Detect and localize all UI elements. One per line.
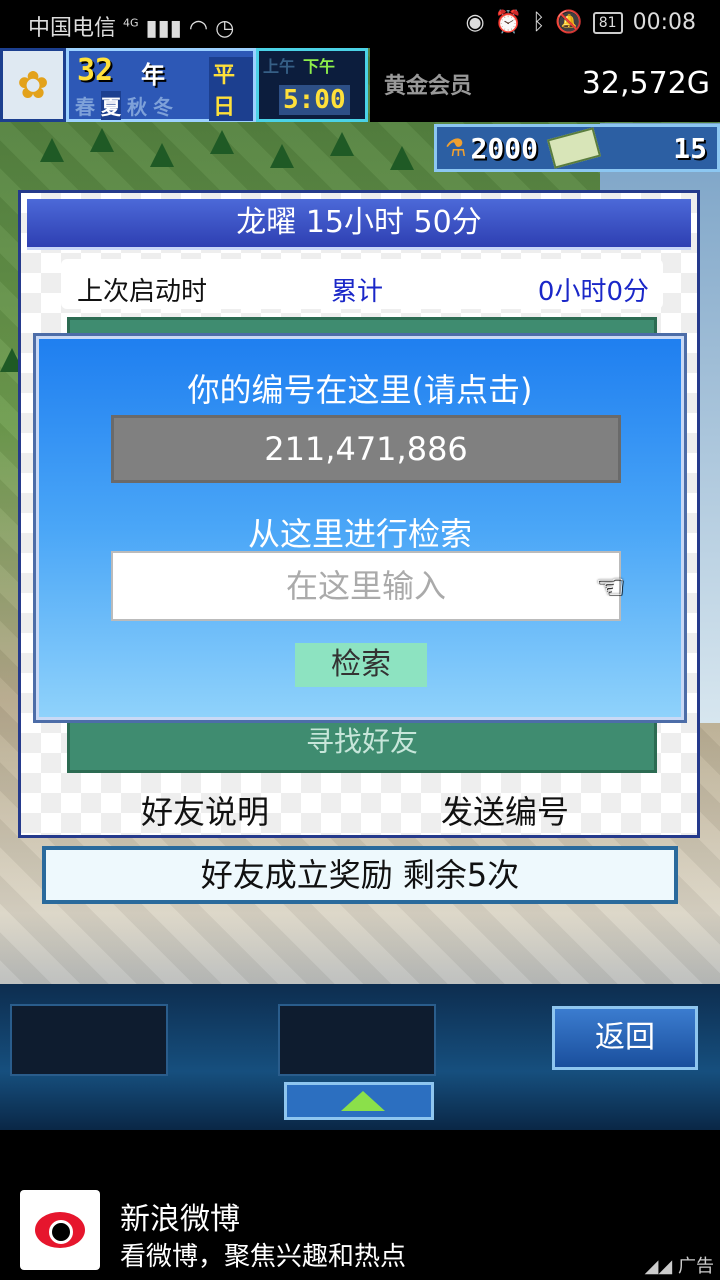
mute-icon: 🔕 [555, 10, 583, 35]
friend-reward-bar: 好友成立奖励 剩余5次 [42, 846, 678, 904]
season-winter: 冬 [153, 95, 173, 119]
ad-subtitle[interactable]: 看微博，聚焦兴趣和热点 [120, 1236, 406, 1273]
send-code-button[interactable]: 发送编号 [441, 787, 569, 833]
menu-slot-left[interactable] [10, 1004, 168, 1076]
ad-title[interactable]: 新浪微博 [120, 1194, 240, 1238]
dialog-title: 你的编号在这里(请点击) [187, 371, 533, 409]
am-label: 上午 [263, 57, 296, 76]
alarm-icon: ⏰ [494, 10, 523, 35]
friend-id-search-input[interactable] [111, 551, 621, 621]
year-unit: 年 [141, 61, 165, 89]
last-launch-label: 上次启动时 [77, 277, 208, 307]
menu-slot-center[interactable] [278, 1004, 436, 1076]
status-bar: 中国电信 4G ▮▮▮ ◠ ◷ ◉ ⏰ ᛒ 🔕 81 00:08 [0, 0, 720, 48]
search-button[interactable]: 检索 [295, 643, 427, 687]
eye-icon: ◉ [465, 10, 485, 35]
tree-sprite [390, 146, 414, 170]
bottom-toolbar: 返回 [0, 984, 720, 1130]
arrow-up-icon [341, 1091, 385, 1111]
my-id-number[interactable]: 211,471,886 [111, 415, 621, 483]
season-summer: 夏 [101, 91, 121, 120]
ticket-count: 15 [673, 131, 707, 165]
status-time: 00:08 [632, 10, 696, 35]
total-label: 累计 [331, 277, 384, 307]
tree-sprite [90, 128, 114, 152]
member-rank: 黄金会员 [384, 74, 473, 99]
total-value: 0小时0分 [537, 277, 649, 307]
battery-icon: 81 [592, 11, 623, 34]
launch-stats: 上次启动时 累计 0小时0分 [61, 259, 663, 309]
tree-sprite [150, 143, 174, 167]
network-type: 4G [123, 16, 139, 30]
back-button[interactable]: 返回 [552, 1006, 698, 1070]
game-clock: 5:00 [279, 85, 350, 115]
research-points: 2000 [470, 131, 538, 165]
money-panel: 黄金会员 32,572G [370, 48, 720, 122]
ad-tag: ◢◢ 广告 [644, 1256, 714, 1277]
date-panel: 32 年 平日 春 夏 秋 冬 [66, 48, 256, 122]
find-friend-button[interactable]: 寻找好友 [70, 720, 654, 760]
bluetooth-icon: ᛒ [532, 10, 546, 35]
weekday-label: 平日 [209, 57, 253, 121]
friend-id-dialog: 你的编号在这里(请点击) 211,471,886 从这里进行检索 ☜ 检索 [36, 336, 684, 720]
season-spring: 春 [75, 95, 95, 119]
pointing-hand-icon: ☜ [595, 567, 626, 607]
money-amount: 32,572G [581, 66, 710, 101]
year-number: 32 [77, 53, 114, 88]
time-panel: 上午 下午 5:00 [256, 48, 368, 122]
search-label: 从这里进行检索 [247, 515, 472, 553]
status-right: ◉ ⏰ ᛒ 🔕 81 00:08 [466, 10, 696, 35]
season-list: 春 夏 秋 冬 [75, 91, 173, 120]
status-left: 中国电信 4G ▮▮▮ ◠ ◷ [28, 10, 234, 42]
ampm-indicator: 上午 下午 [263, 53, 335, 77]
signal-icon: ▮▮▮ [145, 16, 182, 41]
sunflower-icon[interactable]: ✿ [0, 48, 66, 122]
resources-panel: ⚗ 2000 15 [434, 124, 720, 172]
season-autumn: 秋 [127, 95, 147, 119]
ad-tag-label: 广告 [678, 1256, 714, 1277]
timer-icon: ◷ [215, 16, 235, 41]
expand-menu-button[interactable] [284, 1082, 434, 1120]
flask-icon: ⚗ [445, 134, 467, 162]
friend-help-button[interactable]: 好友说明 [141, 787, 269, 833]
tree-sprite [210, 130, 234, 154]
ad-banner[interactable]: 新浪微博 看微博，聚焦兴趣和热点 ◢◢ 广告 [0, 1130, 720, 1280]
pm-label: 下午 [303, 57, 336, 76]
tree-sprite [330, 132, 354, 156]
tree-sprite [270, 144, 294, 168]
ticket-icon [546, 127, 602, 169]
carrier-label: 中国电信 [28, 16, 117, 41]
weibo-logo-icon[interactable] [20, 1190, 100, 1270]
tree-sprite [40, 138, 64, 162]
wifi-icon: ◠ [188, 16, 209, 41]
panel-title: 龙曜 15小时 50分 [27, 199, 691, 250]
